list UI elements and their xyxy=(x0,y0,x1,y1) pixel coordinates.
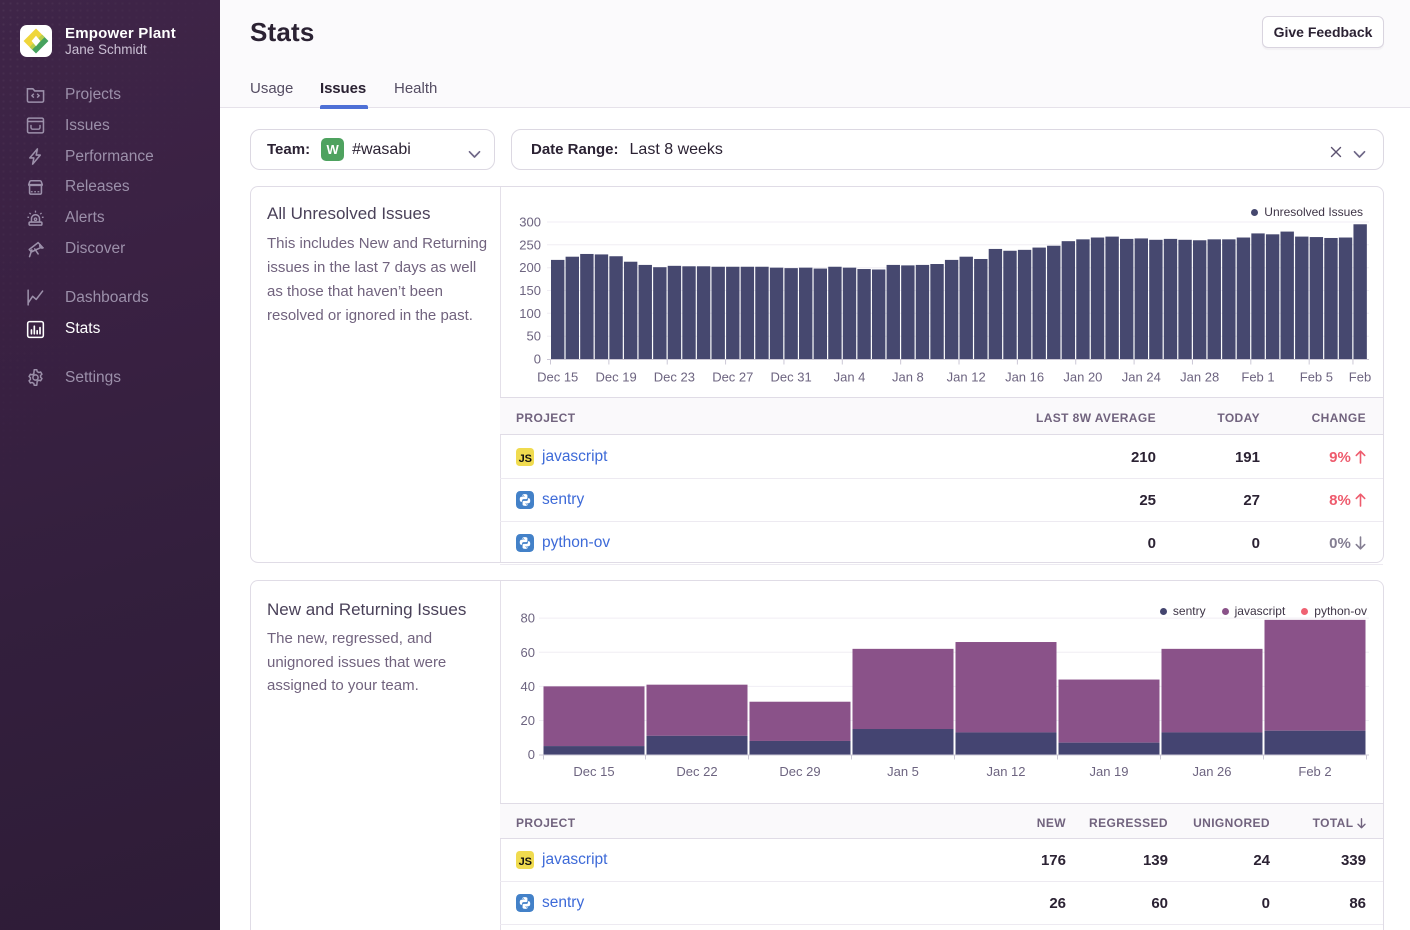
svg-text:Feb 1: Feb 1 xyxy=(1241,370,1274,385)
svg-text:50: 50 xyxy=(527,329,541,344)
svg-text:0: 0 xyxy=(534,352,541,367)
svg-text:JS: JS xyxy=(519,856,532,868)
svg-text:Dec 23: Dec 23 xyxy=(654,370,695,385)
svg-text:Jan 28: Jan 28 xyxy=(1180,370,1219,385)
svg-text:20: 20 xyxy=(521,713,535,728)
svg-text:Feb 5: Feb 5 xyxy=(1300,370,1333,385)
svg-text:Jan 19: Jan 19 xyxy=(1089,764,1128,779)
svg-text:Dec 22: Dec 22 xyxy=(676,764,717,779)
svg-text:Dec 27: Dec 27 xyxy=(712,370,753,385)
svg-text:Dec 29: Dec 29 xyxy=(779,764,820,779)
svg-text:Jan 26: Jan 26 xyxy=(1192,764,1231,779)
svg-text:Jan 20: Jan 20 xyxy=(1063,370,1102,385)
svg-text:60: 60 xyxy=(521,645,535,660)
svg-text:Jan 5: Jan 5 xyxy=(887,764,919,779)
svg-text:Dec 19: Dec 19 xyxy=(595,370,636,385)
svg-text:Jan 16: Jan 16 xyxy=(1005,370,1044,385)
svg-text:0: 0 xyxy=(528,747,535,762)
svg-text:Dec 15: Dec 15 xyxy=(573,764,614,779)
svg-text:Dec 15: Dec 15 xyxy=(537,370,578,385)
svg-text:Jan 24: Jan 24 xyxy=(1122,370,1161,385)
svg-text:Feb: Feb xyxy=(1349,370,1371,385)
svg-text:JS: JS xyxy=(519,453,532,465)
svg-text:Jan 12: Jan 12 xyxy=(947,370,986,385)
svg-text:40: 40 xyxy=(521,679,535,694)
svg-text:Jan 4: Jan 4 xyxy=(834,370,866,385)
svg-text:Feb 2: Feb 2 xyxy=(1298,764,1331,779)
svg-text:250: 250 xyxy=(519,237,541,252)
svg-text:150: 150 xyxy=(519,283,541,298)
svg-text:Dec 31: Dec 31 xyxy=(770,370,811,385)
svg-text:200: 200 xyxy=(519,260,541,275)
svg-text:Jan 12: Jan 12 xyxy=(986,764,1025,779)
svg-text:300: 300 xyxy=(519,215,541,230)
svg-text:100: 100 xyxy=(519,306,541,321)
svg-text:80: 80 xyxy=(521,611,535,626)
svg-text:Jan 8: Jan 8 xyxy=(892,370,924,385)
